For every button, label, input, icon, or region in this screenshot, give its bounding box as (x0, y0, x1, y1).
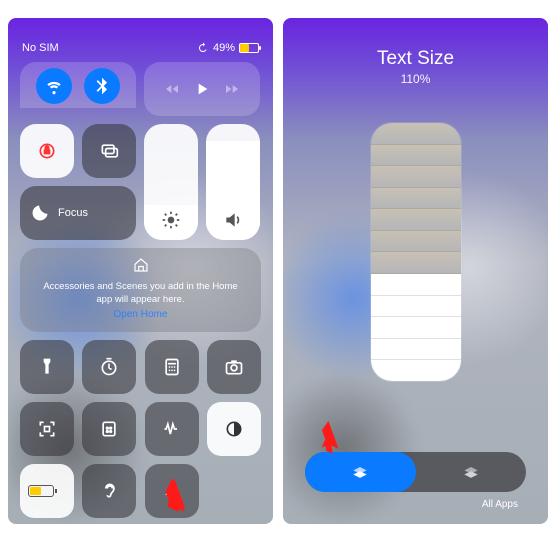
rotation-lock-button[interactable] (20, 124, 74, 178)
timer-button[interactable] (82, 340, 136, 394)
text-size-button[interactable]: AA (145, 464, 199, 518)
screen-mirroring-button[interactable] (82, 124, 136, 178)
open-home-link[interactable]: Open Home (36, 308, 245, 322)
bluetooth-toggle[interactable] (84, 68, 120, 104)
flashlight-button[interactable] (20, 340, 74, 394)
calculator-button[interactable] (145, 340, 199, 394)
text-size-screenshot: Text Size 110% All Apps (283, 18, 548, 524)
brightness-slider[interactable] (144, 124, 198, 240)
play-icon[interactable] (194, 79, 210, 99)
svg-text:A: A (171, 486, 180, 499)
text-size-scope-toggle[interactable] (305, 452, 526, 492)
low-power-button[interactable] (20, 464, 74, 518)
focus-label: Focus (58, 207, 88, 219)
focus-button[interactable]: Focus (20, 186, 136, 240)
text-size-title: Text Size (283, 48, 548, 70)
control-center-screenshot: No SIM 49% (8, 18, 273, 524)
text-size-percent: 110% (283, 72, 548, 86)
status-bar: No SIM 49% (8, 18, 273, 56)
carrier-label: No SIM (22, 42, 59, 54)
battery-percent: 49% (213, 42, 235, 54)
camera-button[interactable] (207, 340, 261, 394)
qr-scanner-button[interactable] (20, 402, 74, 456)
dark-mode-button[interactable] (207, 402, 261, 456)
scope-per-app[interactable] (305, 452, 416, 492)
notes-button[interactable] (82, 402, 136, 456)
media-controls[interactable] (144, 62, 260, 116)
annotation-arrow-icon (312, 417, 352, 457)
text-size-slider[interactable] (370, 122, 462, 382)
scope-all-apps[interactable] (416, 462, 527, 482)
volume-slider[interactable] (206, 124, 260, 240)
connectivity-group[interactable] (20, 62, 136, 108)
home-icon (36, 256, 245, 279)
home-message: Accessories and Scenes you add in the Ho… (36, 281, 245, 307)
home-card[interactable]: Accessories and Scenes you add in the Ho… (20, 248, 261, 332)
wifi-toggle[interactable] (36, 68, 72, 104)
next-track-icon[interactable] (224, 79, 240, 99)
scope-all-apps-label: All Apps (482, 499, 518, 510)
voice-memo-button[interactable] (145, 402, 199, 456)
battery-icon (239, 43, 259, 53)
prev-track-icon[interactable] (164, 79, 180, 99)
hearing-button[interactable] (82, 464, 136, 518)
rotation-lock-status-icon (197, 42, 209, 54)
